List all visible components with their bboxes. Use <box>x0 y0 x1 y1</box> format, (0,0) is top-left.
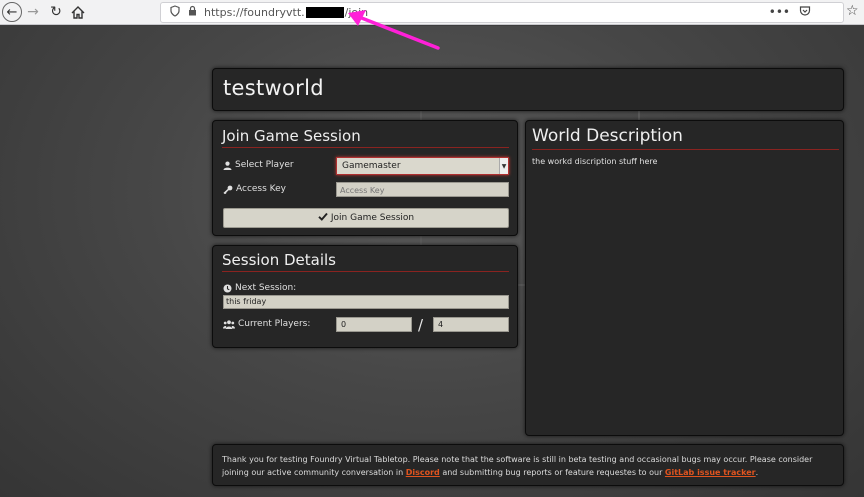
next-session-field[interactable]: this friday <box>223 295 509 309</box>
url-redaction <box>305 7 344 18</box>
select-arrow-icon[interactable]: ▼ <box>499 158 508 174</box>
footer-text: Thank you for testing Foundry Virtual Ta… <box>222 453 838 479</box>
gitlab-link[interactable]: GitLab issue tracker <box>665 468 756 477</box>
player-select[interactable]: Gamemaster ▼ <box>336 157 509 175</box>
url-bar[interactable]: https://foundryvtt./join ••• <box>160 2 844 23</box>
clock-icon <box>223 284 232 293</box>
world-title: testworld <box>223 76 324 100</box>
current-players-label-text: Current Players: <box>238 319 311 329</box>
users-icon <box>223 319 235 329</box>
key-label: Access Key <box>223 184 286 194</box>
lock-icon[interactable] <box>188 5 197 19</box>
next-session-label: Next Session: <box>223 283 296 293</box>
check-icon <box>318 212 328 224</box>
annotation-arrow <box>348 10 440 50</box>
bookmark-star-icon[interactable]: ☆ <box>846 3 862 19</box>
player-select-value: Gamemaster <box>342 161 401 171</box>
shield-icon[interactable] <box>170 5 180 20</box>
back-icon[interactable]: ← <box>2 2 22 22</box>
join-session-button[interactable]: Join Game Session <box>223 208 509 228</box>
discord-link[interactable]: Discord <box>406 468 440 477</box>
join-header: Join Game Session <box>222 127 509 148</box>
key-icon <box>223 185 233 194</box>
description-body: the workd discription stuff here <box>532 157 658 166</box>
pocket-icon[interactable] <box>799 5 811 20</box>
player-label-text: Select Player <box>235 160 294 170</box>
forward-icon[interactable]: → <box>25 2 41 22</box>
footer-text-2: and submitting bug reports or feature re… <box>439 468 665 477</box>
reload-icon[interactable]: ↻ <box>48 2 64 22</box>
description-header: World Description <box>532 126 839 150</box>
player-label: Select Player <box>223 160 294 170</box>
access-key-input[interactable] <box>336 182 509 197</box>
url-actions: ••• <box>769 5 811 20</box>
join-button-label: Join Game Session <box>330 213 415 223</box>
current-players-field[interactable]: 0 <box>336 317 412 332</box>
details-header: Session Details <box>222 251 509 272</box>
next-session-label-text: Next Session: <box>235 283 297 293</box>
join-session-panel: Join Game Session Select Player Gamemast… <box>212 120 518 236</box>
more-icon[interactable]: ••• <box>769 5 790 20</box>
session-details-panel: Session Details Next Session: this frida… <box>212 245 518 348</box>
players-separator: / <box>418 316 424 334</box>
footer-panel: Thank you for testing Foundry Virtual Ta… <box>212 444 844 486</box>
url-prefix: https://foundryvtt. <box>204 6 305 19</box>
user-icon <box>223 161 232 170</box>
max-players-field[interactable]: 4 <box>433 317 509 332</box>
current-players-label: Current Players: <box>223 319 310 329</box>
footer-text-3: . <box>755 468 759 477</box>
key-label-text: Access Key <box>236 184 286 194</box>
world-title-panel: testworld <box>212 68 844 111</box>
world-description-panel: World Description the workd discription … <box>525 120 844 436</box>
home-icon[interactable] <box>70 2 86 22</box>
